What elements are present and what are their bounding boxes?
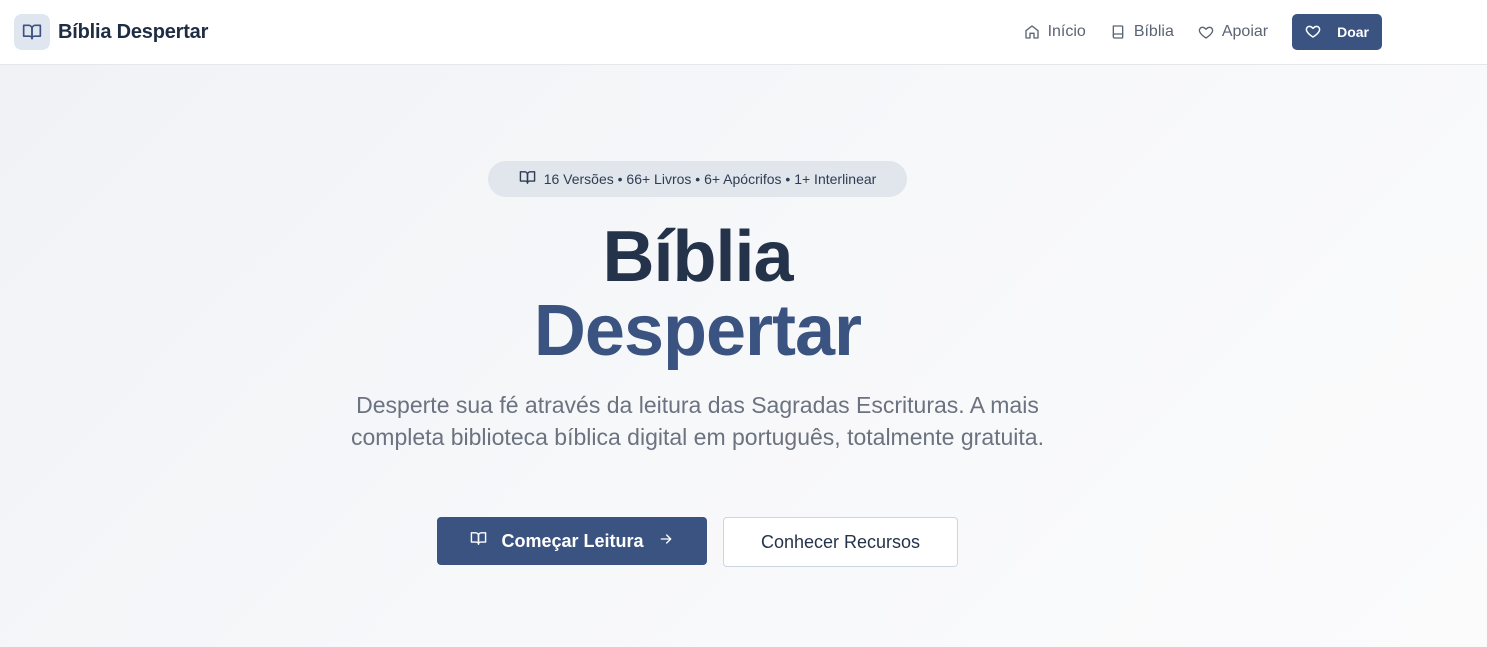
nav-item-label: Bíblia (1133, 23, 1174, 40)
open-book-icon (470, 530, 487, 552)
nav-item-biblia[interactable]: Bíblia (1110, 23, 1174, 41)
start-reading-label: Começar Leitura (501, 530, 644, 551)
book-icon (1110, 24, 1126, 40)
home-icon (1024, 24, 1040, 40)
site-header: Bíblia Despertar Início Bíblia Apoiar Do… (0, 0, 1487, 65)
hero-title-line2: Despertar (533, 291, 862, 371)
stats-badge: 16 Versões • 66+ Livros • 6+ Apócrifos •… (488, 161, 907, 197)
nav-item-label: Apoiar (1221, 23, 1269, 40)
badge-text: 16 Versões • 66+ Livros • 6+ Apócrifos •… (543, 171, 877, 187)
heart-icon (1305, 23, 1321, 42)
brand-link[interactable]: Bíblia Despertar (14, 14, 208, 50)
hero-subtitle: Desperte sua fé através da leitura das S… (351, 392, 1044, 450)
heart-icon (1198, 24, 1214, 40)
donate-button[interactable]: Doar (1292, 14, 1382, 50)
nav-item-apoiar[interactable]: Apoiar (1198, 23, 1268, 41)
open-book-icon (519, 169, 536, 189)
explore-resources-label: Conhecer Recursos (760, 531, 921, 552)
arrow-right-icon (658, 531, 674, 552)
hero-title-line1: Bíblia (602, 217, 793, 297)
brand-name: Bíblia Despertar (58, 20, 209, 43)
cta-row: Começar Leitura Conhecer Recursos (437, 517, 958, 567)
nav-item-inicio[interactable]: Início (1024, 23, 1086, 41)
start-reading-button[interactable]: Começar Leitura (437, 517, 707, 565)
hero-section: 16 Versões • 66+ Livros • 6+ Apócrifos •… (0, 65, 1487, 647)
donate-label: Doar (1337, 24, 1369, 40)
main-nav: Início Bíblia Apoiar Doar (1024, 14, 1382, 50)
nav-item-label: Início (1047, 23, 1086, 40)
explore-resources-button[interactable]: Conhecer Recursos (723, 517, 958, 567)
open-book-icon (14, 14, 50, 50)
